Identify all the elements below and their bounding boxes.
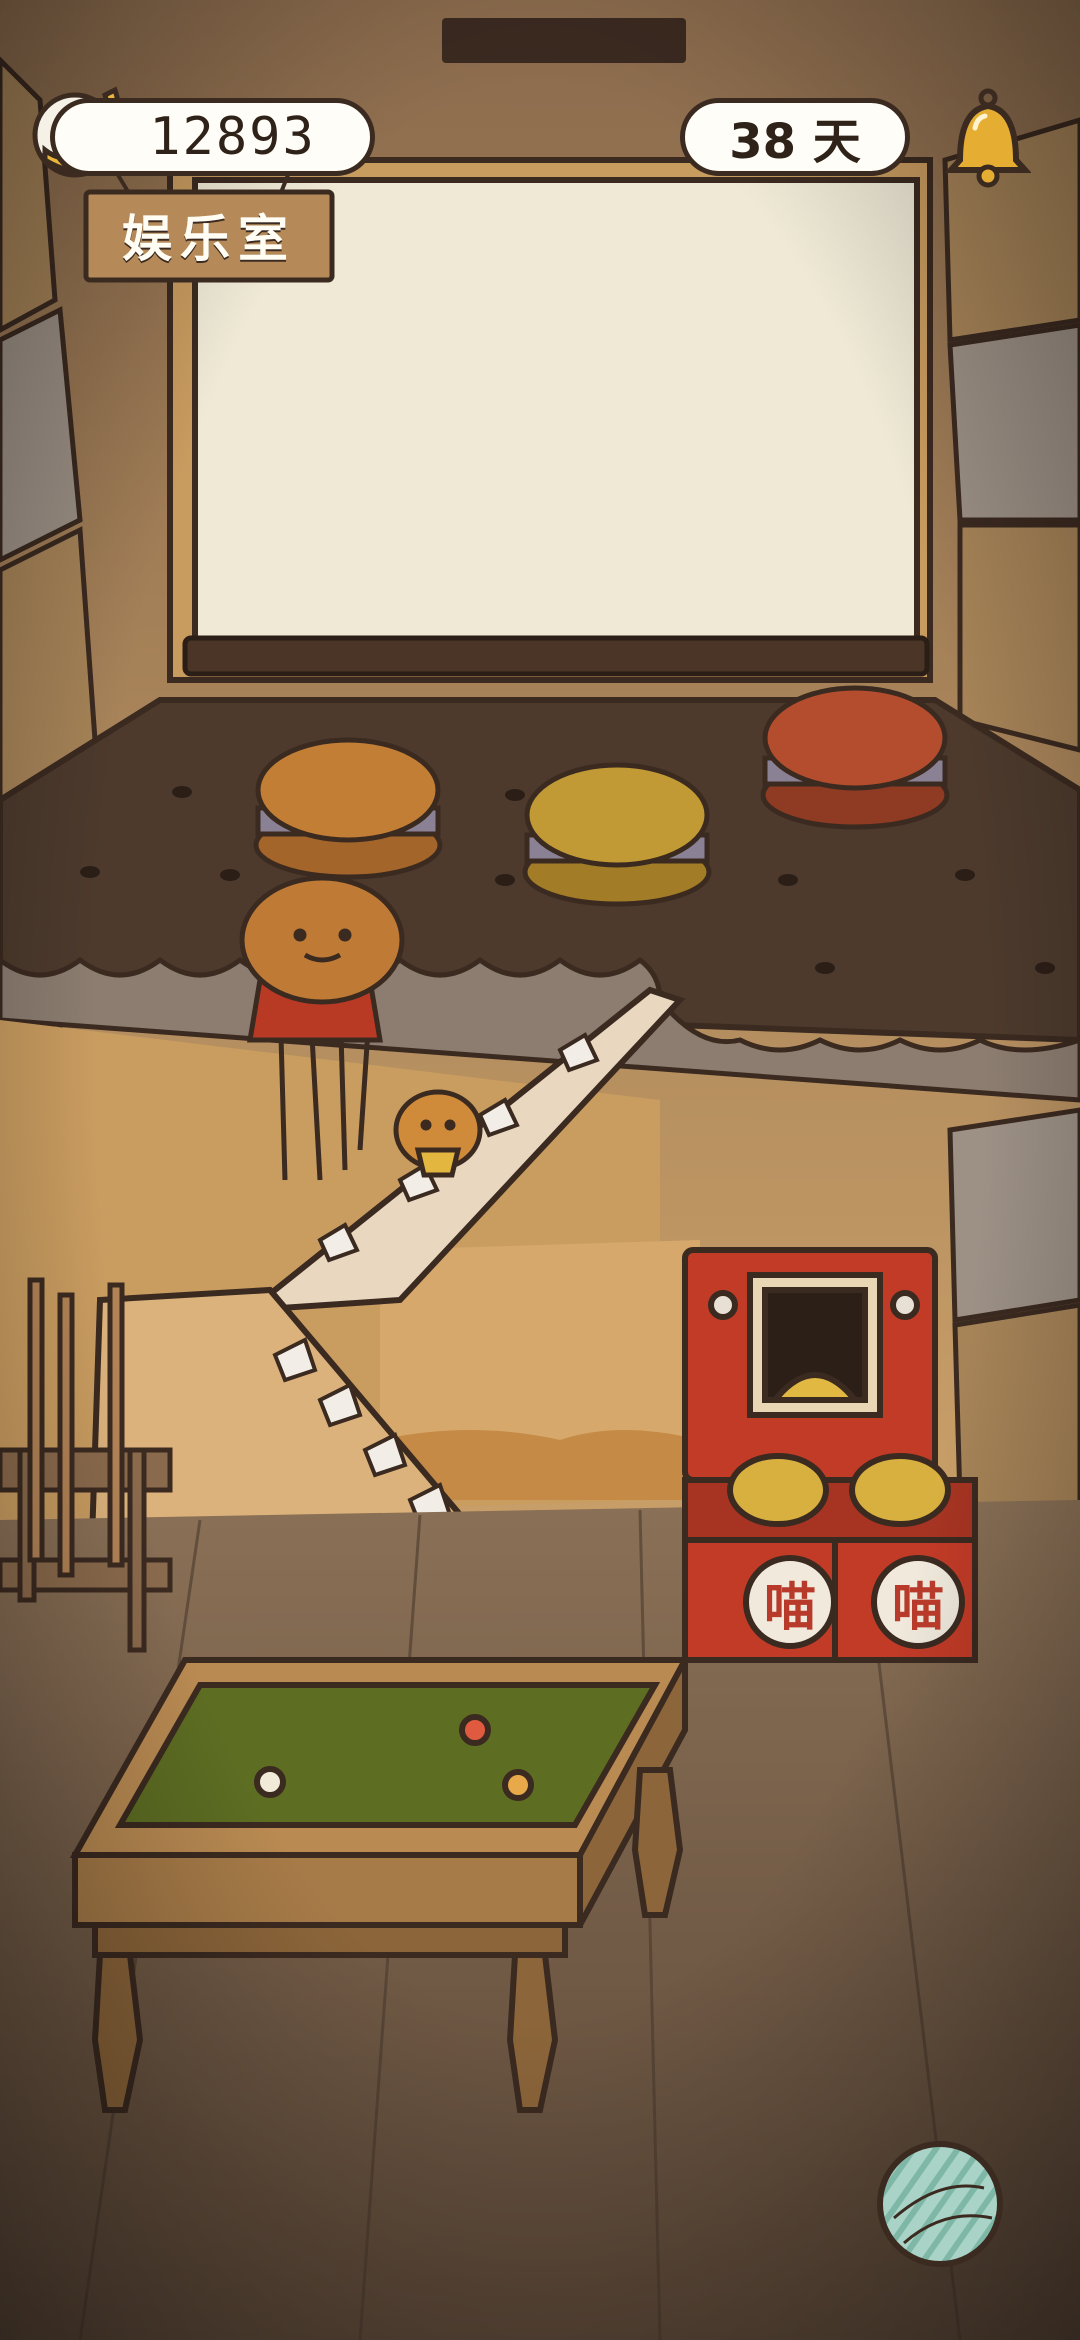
yarn-ball-icon[interactable] [874, 2138, 1006, 2270]
banana-count-value: 12893 [149, 107, 316, 167]
banana-counter: 12893 [50, 98, 375, 176]
days-counter: 38 天 [680, 98, 910, 176]
arcade-button-right-label[interactable]: 喵 [878, 1562, 958, 1642]
room-name-label: 娱乐室 [122, 210, 296, 268]
entertainment-room-background [0, 0, 1080, 2340]
game-scene: 12893 38 天 娱乐室 喵 喵 [0, 0, 1080, 2340]
bell-icon[interactable] [945, 88, 1031, 190]
arcade-button-left-label[interactable]: 喵 [750, 1562, 830, 1642]
days-count-value: 38 天 [729, 114, 861, 170]
